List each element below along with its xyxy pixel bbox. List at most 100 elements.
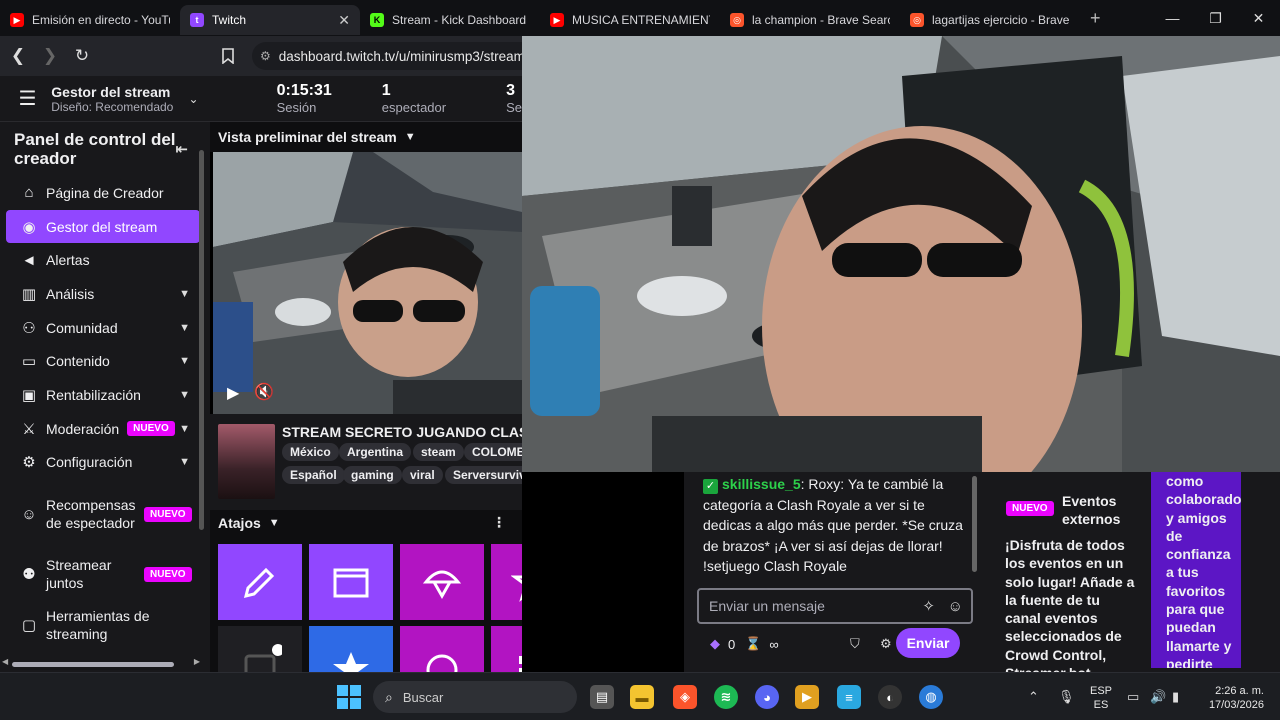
layout-shortcut[interactable] [491, 626, 522, 672]
more-options-icon[interactable]: ⋮ [492, 514, 506, 531]
sidebar-item-stream-together[interactable]: ⚉ Streamear juntos NUEVO [6, 549, 200, 599]
site-settings-icon[interactable]: ⚙ [260, 49, 271, 63]
tab-twitch[interactable]: t Twitch ✕ [180, 5, 360, 35]
content-icon: ▭ [21, 353, 37, 371]
sidebar-scrollbar[interactable] [199, 122, 205, 652]
sidebar-item-community[interactable]: ⚇ Comunidad ▼ [6, 311, 200, 345]
stream-tag[interactable]: Serversurvival [445, 466, 522, 484]
mute-icon[interactable]: 🔇 [254, 382, 274, 402]
back-icon[interactable]: ❮ [4, 42, 32, 70]
sidebar-item-viewer-rewards[interactable]: ☺ Recompensas de espectador NUEVO [6, 479, 200, 549]
media-player-icon[interactable]: ▶ [795, 685, 819, 709]
windows-start-button[interactable] [337, 685, 361, 709]
chat-settings-icon[interactable]: ⚙ [880, 636, 892, 652]
spotify-icon[interactable]: ≋ [714, 685, 738, 709]
sparkle-icon[interactable]: ✧ [922, 597, 935, 615]
clip-shortcut[interactable] [309, 544, 393, 620]
reload-icon[interactable]: ↻ [68, 42, 96, 70]
tab-kick-dashboard[interactable]: K Stream - Kick Dashboard [360, 5, 540, 35]
chevron-down-icon: ▼ [268, 517, 280, 529]
maximize-icon[interactable]: ❐ [1194, 0, 1237, 36]
stream-tag[interactable]: Argentina [339, 443, 412, 461]
sidebar-item-content[interactable]: ▭ Contenido ▼ [6, 344, 200, 378]
stream-tag[interactable]: viral [402, 466, 443, 484]
sidebar-item-streaming-tools[interactable]: ▢ Herramientas de streaming [6, 599, 200, 651]
stream-tag[interactable]: COLOMB [464, 443, 522, 461]
community-icon: ⚇ [22, 319, 36, 337]
stream-preview-video[interactable] [213, 152, 522, 414]
stream-manager-switcher[interactable]: Gestor del stream Diseño: Recomendado [51, 84, 198, 114]
url-field[interactable]: ⚙ dashboard.twitch.tv/u/minirusmp3/strea… [252, 42, 522, 70]
brave-browser-icon[interactable]: ◈ [673, 685, 697, 709]
stream-tag[interactable]: steam [413, 443, 464, 461]
creator-page-icon: ⌂ [24, 184, 34, 202]
display-icon[interactable]: ▭ [1127, 689, 1139, 705]
volume-icon[interactable]: 🔊 [1150, 689, 1166, 705]
sidebar-item-analytics[interactable]: ▥ Análisis ▼ [6, 277, 200, 311]
highlight-shortcut[interactable] [491, 544, 522, 620]
input-language[interactable]: ESP ES [1090, 684, 1112, 712]
badge-shortcut[interactable] [400, 626, 484, 672]
microphone-icon[interactable]: 🎙 [1058, 689, 1075, 705]
play-icon[interactable]: ▶ [227, 383, 239, 403]
tab-lagartijas[interactable]: ◎ lagartijas ejercicio - Brave Search [900, 5, 1080, 35]
sidebar-item-label: Recompensas de espectador [46, 497, 136, 532]
close-tab-icon[interactable]: ✕ [338, 12, 350, 29]
sidebar-item-label: Análisis [46, 285, 95, 302]
tab-label: Emisión en directo - YouTube [32, 13, 170, 27]
stream-info-panel[interactable]: STREAM SECRETO JUGANDO CLASH México Arge… [210, 414, 522, 510]
sidebar-item-stream-manager[interactable]: ◉ Gestor del stream [6, 209, 200, 244]
chat-footer: ◆ 0 ⌛ ∞ ⛉ ⚙ Enviar [710, 628, 972, 658]
verified-bot-badge-icon: ✓ [703, 479, 718, 494]
sidebar-header: Panel de control del creador ⇤ [0, 122, 210, 176]
network-app-icon[interactable]: ◍ [919, 685, 943, 709]
chevron-up-icon[interactable]: ⌃ [1028, 689, 1039, 705]
menu-icon[interactable]: ☰ [8, 86, 47, 111]
bookmark-icon[interactable] [214, 42, 242, 70]
emoji-icon[interactable]: ☺ [948, 598, 963, 615]
sidebar-item-moderation[interactable]: ⚔ Moderación NUEVO ▼ [6, 412, 200, 446]
collapse-sidebar-icon[interactable]: ⇤ [175, 140, 188, 159]
minimize-icon[interactable]: — [1151, 0, 1194, 36]
camera-shortcut[interactable] [218, 626, 302, 672]
badge-icon [426, 654, 458, 672]
shortcuts-header[interactable]: Atajos ▼ ⋮ [210, 510, 522, 536]
discord-icon[interactable]: ◕ [755, 685, 779, 709]
chat-scrollbar[interactable] [972, 476, 977, 572]
sidebar-item-creator-page[interactable]: ⌂ Página de Creador [6, 176, 200, 210]
stream-tag[interactable]: México [282, 443, 339, 461]
channel-points-icon[interactable]: ◆ [710, 636, 720, 652]
hourglass-icon: ⌛ [745, 636, 762, 651]
forward-icon[interactable]: ❯ [36, 42, 64, 70]
sidebar-item-label: Moderación [46, 420, 120, 437]
external-events-panel: NUEVO Eventos externos ¡Disfruta de todo… [984, 472, 1144, 681]
send-button[interactable]: Enviar [896, 628, 960, 658]
sidebar-horizontal-scrollbar[interactable]: ◀ ▶ [2, 657, 200, 668]
shield-icon[interactable]: ⛉ [850, 636, 860, 652]
stream-tag[interactable]: gaming [343, 466, 402, 484]
taskbar-search[interactable]: ⌕ Buscar [373, 681, 577, 713]
task-view-icon[interactable]: ▤ [590, 685, 614, 709]
chat-username[interactable]: skillissue_5 [722, 476, 801, 492]
language-code: ESP [1090, 685, 1113, 697]
tab-musica-entrenamiento[interactable]: ▶ MUSICA ENTRENAMIENTO [540, 5, 720, 35]
sidebar-item-alerts[interactable]: ◄ Alertas [6, 243, 200, 277]
edit-stream-info-shortcut[interactable] [218, 544, 302, 620]
stream-preview-header[interactable]: Vista preliminar del stream ▼ [210, 122, 522, 152]
raid-shortcut[interactable] [400, 544, 484, 620]
sidebar-item-monetization[interactable]: ▣ Rentabilización ▼ [6, 378, 200, 412]
channel-points-shortcut[interactable] [309, 626, 393, 672]
sidebar-item-settings[interactable]: ⚙ Configuración ▼ [6, 446, 200, 480]
new-tab-button[interactable]: + [1090, 8, 1101, 29]
system-clock[interactable]: 2:26 a. m. 17/03/2026 [1198, 684, 1264, 712]
battery-icon[interactable]: ▮ [1172, 689, 1179, 705]
tab-la-champion[interactable]: ◎ la champion - Brave Search [720, 5, 900, 35]
stream-tag[interactable]: Español [282, 466, 345, 484]
file-explorer-icon[interactable]: ▬ [630, 685, 654, 709]
obs-studio-icon[interactable]: ◐ [878, 685, 902, 709]
chevron-down-icon[interactable]: ⌄ [189, 92, 199, 106]
tab-youtube-live[interactable]: ▶ Emisión en directo - YouTube [0, 5, 180, 35]
close-window-icon[interactable]: ✕ [1237, 0, 1280, 36]
chat-input[interactable]: Enviar un mensaje ✧ ☺ [697, 588, 973, 624]
notepad-icon[interactable]: ≡ [837, 685, 861, 709]
